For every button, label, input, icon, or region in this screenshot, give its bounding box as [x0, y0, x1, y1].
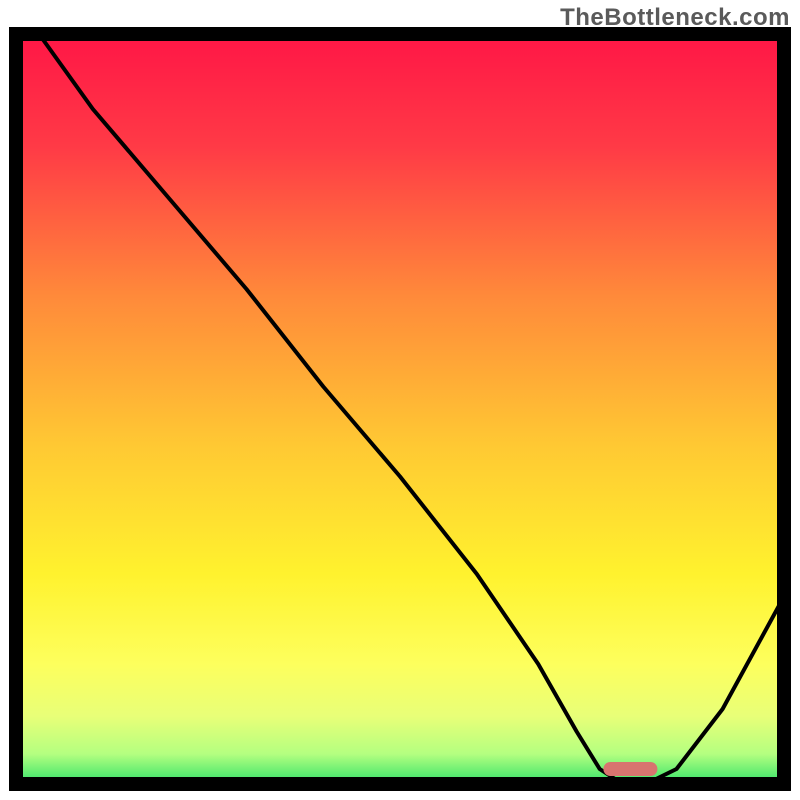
plot-area [16, 34, 784, 784]
bottleneck-chart [0, 0, 800, 800]
optimal-marker [603, 762, 657, 776]
chart-frame: TheBottleneck.com [0, 0, 800, 800]
gradient-background [16, 34, 784, 784]
